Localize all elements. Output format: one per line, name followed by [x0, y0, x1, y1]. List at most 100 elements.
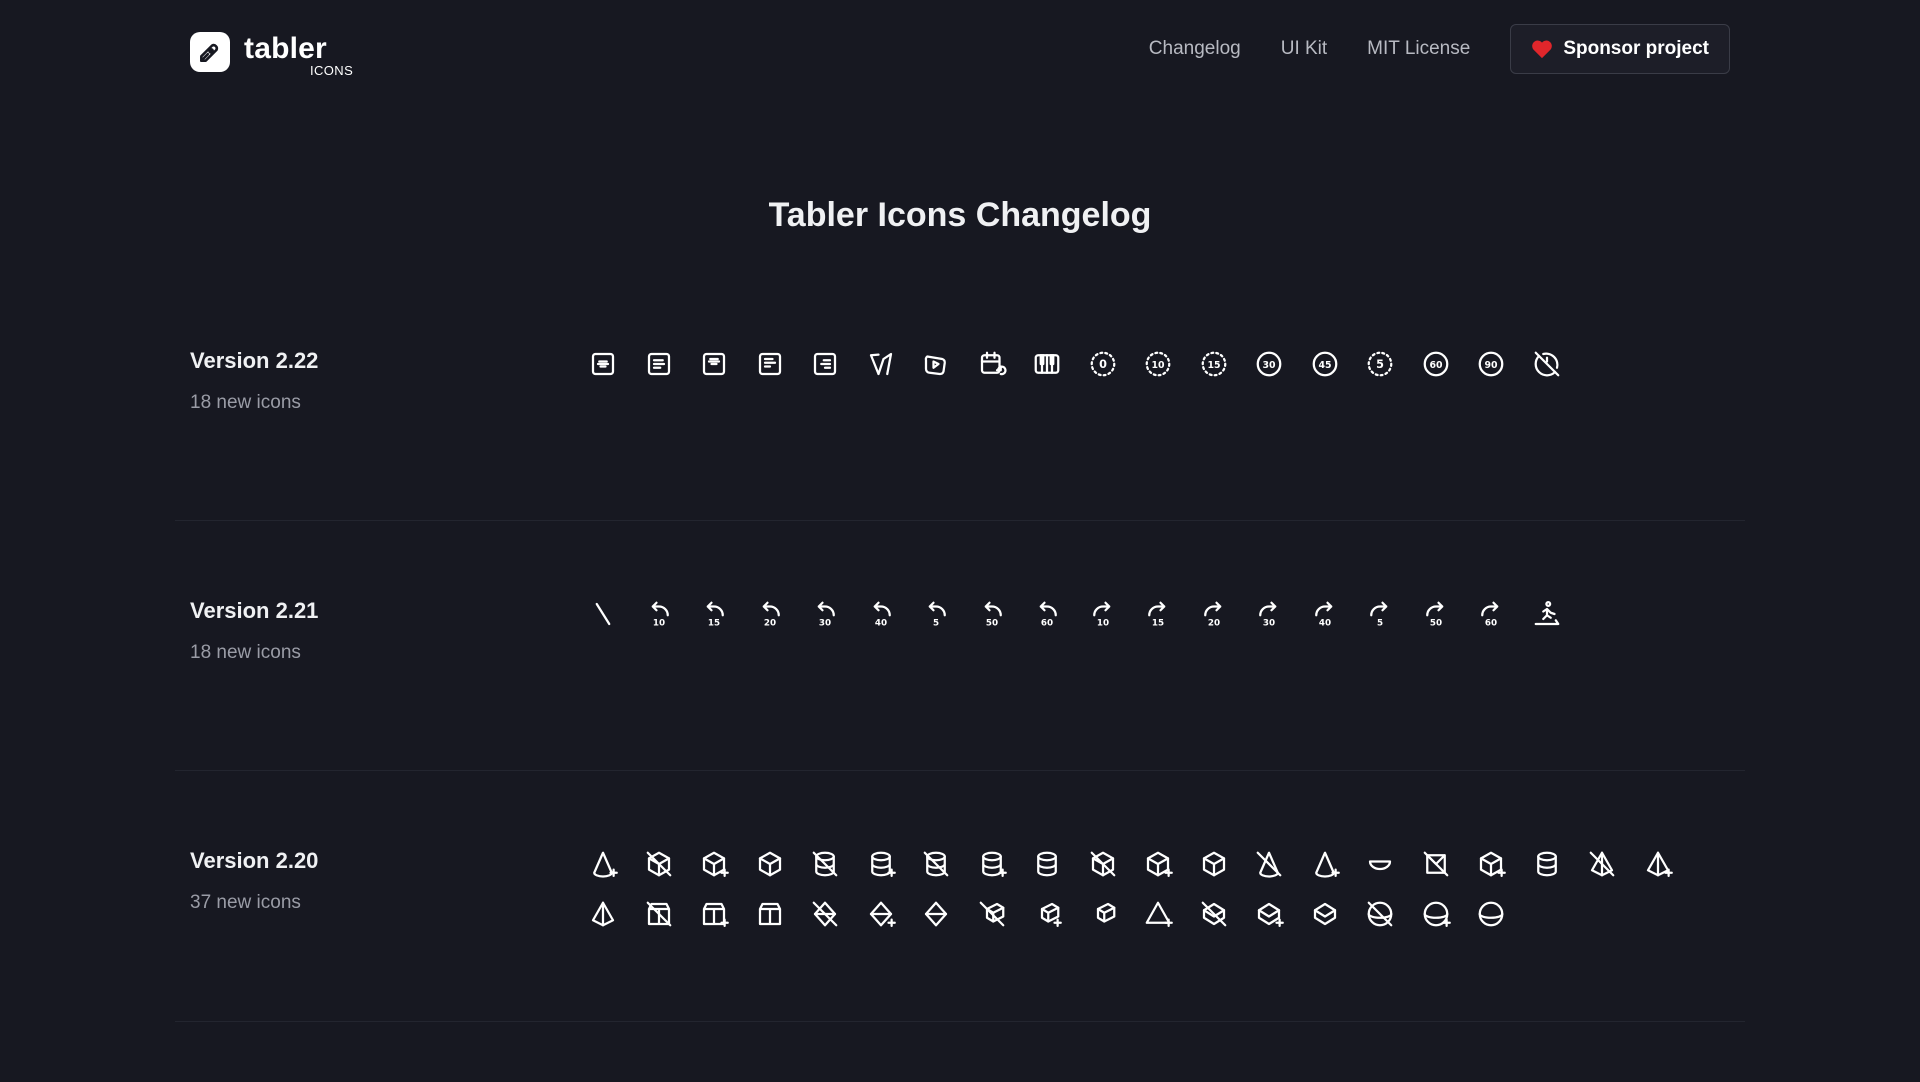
rewind-back-30-icon[interactable]: 30 — [810, 589, 866, 639]
align-box-center-middle-icon[interactable] — [588, 339, 644, 389]
clock-30-icon[interactable]: 30 — [1254, 339, 1310, 389]
clock-45-icon[interactable]: 45 — [1310, 339, 1366, 389]
page-title: Tabler Icons Changelog — [768, 196, 1152, 234]
cylinder-3d-icon[interactable] — [1532, 839, 1588, 889]
cylinder-off-icon[interactable] — [810, 839, 866, 889]
brand-vite-icon[interactable] — [866, 339, 922, 389]
box-model-off-icon[interactable] — [1199, 889, 1255, 939]
tabler-logo[interactable]: tabler ICONS — [190, 30, 364, 78]
rewind-back-50-icon[interactable]: 50 — [977, 589, 1033, 639]
version-section-2-20: Version 2.20 37 new icons — [175, 830, 1745, 1022]
pen-logo-icon — [190, 32, 230, 72]
cube-unfolded-off-icon[interactable] — [1421, 839, 1477, 889]
box-plus-icon[interactable] — [1143, 839, 1199, 889]
sphere-icon[interactable] — [1476, 889, 1532, 939]
version-icon-count: 18 new icons — [190, 392, 301, 413]
svg-text:60: 60 — [1041, 618, 1053, 628]
cube-3d-off-icon[interactable] — [1088, 839, 1144, 889]
cone-plus-2-icon[interactable] — [1310, 839, 1366, 889]
cube-plus-icon[interactable] — [699, 839, 755, 889]
rewind-forward-15-icon[interactable]: 15 — [1143, 589, 1199, 639]
sphere-plus-icon[interactable] — [1421, 889, 1477, 939]
cube-send-off-icon[interactable] — [977, 889, 1033, 939]
icon-grid: 10 15 20 30 40 5 50 60 10 15 20 30 40 5 50 60 — [588, 589, 1728, 639]
rewind-forward-40-icon[interactable]: 40 — [1310, 589, 1366, 639]
top-header: tabler ICONS Changelog UI Kit MIT Licens… — [0, 0, 1920, 100]
svg-text:30: 30 — [819, 618, 831, 628]
cone-off-icon[interactable] — [1254, 839, 1310, 889]
rewind-forward-10-icon[interactable]: 10 — [1088, 589, 1144, 639]
svg-text:20: 20 — [1207, 618, 1219, 628]
box-icon[interactable] — [1199, 839, 1255, 889]
logo-subtitle: ICONS — [310, 63, 354, 78]
prism-off-icon[interactable] — [644, 889, 700, 939]
version-label: Version 2.21 — [190, 598, 319, 623]
rewind-back-20-icon[interactable]: 20 — [755, 589, 811, 639]
clock-5-icon[interactable]: 5 — [1365, 339, 1421, 389]
clock-90-icon[interactable]: 90 — [1476, 339, 1532, 389]
diamond-plus-icon[interactable] — [866, 889, 922, 939]
diamond-icon[interactable] — [921, 889, 977, 939]
svg-text:10: 10 — [1151, 360, 1165, 371]
align-box-left-middle-icon[interactable] — [644, 339, 700, 389]
pyramid-icon[interactable] — [588, 889, 644, 939]
rewind-back-5-icon[interactable]: 5 — [921, 589, 977, 639]
calendar-repeat-icon[interactable] — [977, 339, 1033, 389]
rewind-back-15-icon[interactable]: 15 — [699, 589, 755, 639]
rewind-back-10-icon[interactable]: 10 — [644, 589, 700, 639]
align-box-center-top-icon[interactable] — [699, 339, 755, 389]
pyramid-plus-icon[interactable] — [1643, 839, 1699, 889]
nav-mit-license-link[interactable]: MIT License — [1367, 38, 1470, 60]
cube-plus-2-icon[interactable] — [1476, 839, 1532, 889]
rewind-back-40-icon[interactable]: 40 — [866, 589, 922, 639]
bowl-icon[interactable] — [1365, 839, 1421, 889]
align-box-left-top-icon[interactable] — [755, 339, 811, 389]
logo-text: tabler ICONS — [244, 30, 364, 78]
rewind-forward-50-icon[interactable]: 50 — [1421, 589, 1477, 639]
pyramid-off-icon[interactable] — [1587, 839, 1643, 889]
triangle-plus-icon[interactable] — [1143, 889, 1199, 939]
brand-youtube-kids-icon[interactable] — [921, 339, 977, 389]
clock-10-icon[interactable]: 10 — [1143, 339, 1199, 389]
svg-text:60: 60 — [1485, 618, 1497, 628]
svg-text:0: 0 — [1099, 358, 1107, 371]
cube-send-plus-icon[interactable] — [1032, 889, 1088, 939]
cylinder-icon[interactable] — [1032, 839, 1088, 889]
svg-text:50: 50 — [985, 618, 997, 628]
align-box-right-middle-icon[interactable] — [810, 339, 866, 389]
clock-off-icon[interactable] — [1532, 339, 1588, 389]
cube-send-icon[interactable] — [1088, 889, 1144, 939]
box-model-icon[interactable] — [1310, 889, 1366, 939]
database-plus-icon[interactable] — [977, 839, 1033, 889]
sphere-off-icon[interactable] — [1365, 889, 1421, 939]
clock-hour-0-icon[interactable]: 0 — [1088, 339, 1144, 389]
svg-text:40: 40 — [1318, 618, 1330, 628]
rewind-forward-60-icon[interactable]: 60 — [1476, 589, 1532, 639]
box-model-plus-icon[interactable] — [1254, 889, 1310, 939]
slash-icon[interactable] — [588, 589, 644, 639]
diamond-off-icon[interactable] — [810, 889, 866, 939]
treadmill-icon[interactable] — [1532, 589, 1588, 639]
nav-ui-kit-link[interactable]: UI Kit — [1281, 38, 1327, 60]
rewind-back-60-icon[interactable]: 60 — [1032, 589, 1088, 639]
heart-icon — [1532, 40, 1553, 59]
cone-plus-icon[interactable] — [588, 839, 644, 889]
svg-text:15: 15 — [1207, 360, 1220, 371]
cube-off-icon[interactable] — [644, 839, 700, 889]
hourglass-off-icon[interactable] — [921, 839, 977, 889]
svg-text:30: 30 — [1262, 360, 1276, 371]
cylinder-plus-icon[interactable] — [866, 839, 922, 889]
svg-text:5: 5 — [1377, 618, 1383, 628]
clock-15-icon[interactable]: 15 — [1199, 339, 1255, 389]
cube-icon[interactable] — [755, 839, 811, 889]
prism-icon[interactable] — [755, 889, 811, 939]
nav-changelog-link[interactable]: Changelog — [1149, 38, 1241, 60]
prism-plus-icon[interactable] — [699, 889, 755, 939]
version-label: Version 2.22 — [190, 348, 319, 373]
rewind-forward-30-icon[interactable]: 30 — [1254, 589, 1310, 639]
clock-60-icon[interactable]: 60 — [1421, 339, 1477, 389]
rewind-forward-20-icon[interactable]: 20 — [1199, 589, 1255, 639]
rewind-forward-5-icon[interactable]: 5 — [1365, 589, 1421, 639]
sponsor-project-button[interactable]: Sponsor project — [1510, 24, 1730, 74]
piano-icon[interactable] — [1032, 339, 1088, 389]
